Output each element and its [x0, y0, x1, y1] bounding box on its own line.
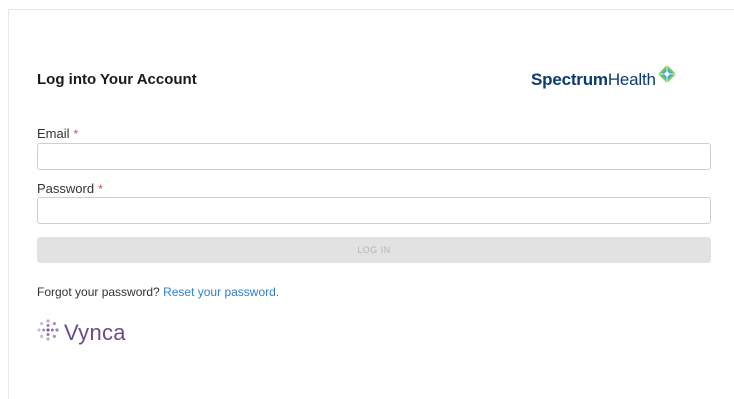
password-required-mark: * [98, 182, 103, 196]
vynca-logo: Vynca [36, 318, 126, 347]
spectrum-health-logo: SpectrumHealth [531, 64, 677, 95]
page-title: Log into Your Account [37, 71, 197, 88]
brand-name-bold: Spectrum [531, 70, 608, 89]
reset-password-link[interactable]: Reset your password. [163, 285, 279, 299]
vynca-wordmark: Vynca [64, 319, 126, 345]
password-label-text: Password [37, 181, 95, 196]
email-required-mark: * [73, 127, 79, 141]
email-label: Email * [37, 126, 78, 141]
password-field[interactable] [37, 197, 711, 224]
vynca-dot-circle-icon [36, 318, 60, 347]
forgot-password-text: Forgot your password? [37, 285, 160, 299]
password-label: Password * [37, 181, 103, 196]
email-label-text: Email [37, 126, 70, 141]
email-field[interactable] [37, 143, 711, 170]
spectrum-diamond-icon [657, 64, 677, 91]
brand-name-light: Health [607, 70, 656, 89]
forgot-password-row: Forgot your password? Reset your passwor… [37, 285, 279, 299]
brand-wordmark: SpectrumHealth [531, 70, 656, 90]
login-button[interactable]: LOG IN [37, 237, 711, 263]
